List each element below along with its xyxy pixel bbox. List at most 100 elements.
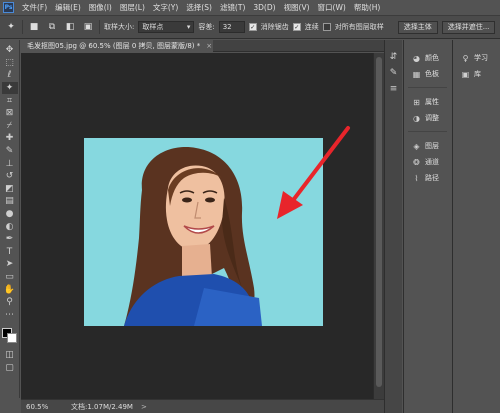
panel-learn[interactable]: ♀ 学习 [453, 50, 500, 66]
panel-channels-label: 通道 [425, 158, 439, 166]
menu-image[interactable]: 图像(I) [85, 2, 116, 13]
document-tab-title: 毛发抠图05.jpg @ 60.5% (图层 0 拷贝, 图层蒙版/8) * [27, 42, 201, 50]
eraser-tool-icon[interactable]: ◩ [2, 183, 18, 196]
scrollbar-thumb[interactable] [376, 57, 382, 387]
menu-select[interactable]: 选择(S) [182, 2, 216, 13]
healing-brush-tool-icon[interactable]: ✚ [2, 132, 18, 145]
zoom-tool-icon[interactable]: ⚲ [2, 296, 18, 309]
panel-learn-label: 学习 [474, 54, 488, 62]
learn-icon: ♀ [462, 53, 469, 63]
marquee-tool-icon[interactable]: ⬚ [2, 57, 18, 70]
menu-edit[interactable]: 编辑(E) [51, 2, 85, 13]
antialias-checkbox[interactable]: ✓ [248, 23, 257, 31]
panel-color-label: 颜色 [425, 54, 439, 62]
chevron-down-icon: ▾ [186, 23, 191, 31]
add-to-selection-icon[interactable]: ⧉ [45, 20, 59, 34]
layers-icon: ◈ [413, 141, 420, 151]
menu-filter[interactable]: 滤镜(T) [216, 2, 249, 13]
type-tool-icon[interactable]: T [2, 246, 18, 259]
antialias-label: 消除锯齿 [260, 23, 289, 31]
menu-layer[interactable]: 图层(L) [116, 2, 149, 13]
more-tools-icon[interactable]: ⋯ [2, 308, 18, 321]
pen-tool-icon[interactable]: ✒ [2, 233, 18, 246]
crop-tool-icon[interactable]: ⌗ [2, 94, 18, 107]
tolerance-input[interactable]: 32 [218, 21, 245, 33]
document-info: 文档:1.07M/2.49M [71, 402, 133, 411]
menu-type[interactable]: 文字(Y) [149, 2, 182, 13]
tools-panel: ✥ ⬚ ℓ ✦ ⌗ ⊠ ⌿ ✚ ✎ ⊥ ↺ ◩ ▤ ● ◐ ✒ T ➤ ▭ ✋ … [0, 40, 20, 398]
close-icon[interactable]: × [206, 42, 212, 50]
blur-tool-icon[interactable]: ● [2, 208, 18, 221]
menu-view[interactable]: 视图(V) [280, 2, 314, 13]
swatches-icon: ▦ [412, 69, 421, 79]
sample-all-layers-checkbox[interactable] [322, 23, 331, 31]
annotation-arrow [277, 126, 350, 219]
status-bar: 60.5% 文档:1.07M/2.49M > [21, 399, 384, 413]
divider [99, 20, 100, 34]
rectangle-tool-icon[interactable]: ▭ [2, 271, 18, 284]
brush-settings-icon[interactable]: ✎ [390, 68, 398, 78]
subtract-from-selection-icon[interactable]: ◧ [63, 20, 77, 34]
divider [408, 82, 447, 88]
color-palette-icon: ◕ [413, 53, 420, 63]
eyedropper-tool-icon[interactable]: ⌿ [2, 120, 18, 133]
panel-adjustments-label: 调整 [425, 114, 439, 122]
panel-color[interactable]: ◕ 颜色 [404, 50, 451, 66]
path-selection-tool-icon[interactable]: ➤ [2, 258, 18, 271]
history-brush-tool-icon[interactable]: ↺ [2, 170, 18, 183]
sample-all-layers-label: 对所有图层取样 [334, 23, 384, 31]
background-color-swatch[interactable] [6, 333, 17, 344]
magic-wand-tool-icon[interactable]: ✦ [1, 81, 18, 95]
frame-tool-icon[interactable]: ⊠ [2, 107, 18, 120]
character-panel-icon[interactable]: ≡ [390, 84, 398, 94]
channels-icon: ❂ [413, 157, 420, 167]
panel-adjustments[interactable]: ◑ 调整 [404, 110, 451, 126]
menu-file[interactable]: 文件(F) [18, 2, 51, 13]
contiguous-checkbox[interactable]: ✓ [292, 23, 301, 31]
tolerance-label: 容差: [198, 23, 215, 31]
paths-icon: ⌇ [414, 173, 419, 183]
menu-3d[interactable]: 3D(D) [249, 3, 279, 12]
intersect-selection-icon[interactable]: ▣ [81, 20, 95, 34]
gradient-tool-icon[interactable]: ▤ [2, 195, 18, 208]
divider [408, 126, 447, 132]
photoshop-logo: Ps [3, 2, 14, 13]
zoom-level[interactable]: 60.5% [21, 403, 51, 411]
new-selection-icon[interactable]: ■ [27, 20, 41, 34]
lasso-tool-icon[interactable]: ℓ [2, 69, 18, 82]
select-and-mask-button[interactable]: 选择并遮住... [441, 20, 496, 34]
properties-icon: ⊞ [413, 97, 420, 107]
panel-libraries[interactable]: ▣ 库 [453, 66, 500, 82]
status-menu-arrow[interactable]: > [141, 403, 147, 411]
panel-dock-main: ◕ 颜色 ▦ 色板 ⊞ 属性 ◑ 调整 ◈ 图层 ❂ 通道 ⌇ 路径 [403, 40, 451, 413]
color-swatches[interactable] [1, 327, 19, 345]
panel-icon-strip: ⇵ ✎ ≡ [384, 40, 402, 413]
vertical-scrollbar[interactable] [373, 53, 384, 399]
menu-bar: Ps 文件(F) 编辑(E) 图像(I) 图层(L) 文字(Y) 选择(S) 滤… [0, 0, 500, 15]
clone-stamp-tool-icon[interactable]: ⊥ [2, 157, 18, 170]
panel-properties[interactable]: ⊞ 属性 [404, 94, 451, 110]
magic-wand-preset-icon[interactable]: ✦ [4, 20, 18, 34]
contiguous-label: 连续 [304, 23, 319, 31]
sample-size-select[interactable]: 取样点 ▾ [138, 21, 195, 33]
select-subject-button[interactable]: 选择主体 [397, 20, 438, 34]
panel-swatches-label: 色板 [425, 70, 439, 78]
document-tab[interactable]: 毛发抠图05.jpg @ 60.5% (图层 0 拷贝, 图层蒙版/8) * × [21, 40, 213, 52]
canvas-area[interactable] [21, 53, 373, 399]
panel-channels[interactable]: ❂ 通道 [404, 154, 451, 170]
options-bar: ✦ ■ ⧉ ◧ ▣ 取样大小: 取样点 ▾ 容差: 32 ✓ 消除锯齿 ✓ 连续… [0, 15, 500, 39]
dodge-tool-icon[interactable]: ◐ [2, 220, 18, 233]
menu-help[interactable]: 帮助(H) [350, 2, 385, 13]
panel-paths[interactable]: ⌇ 路径 [404, 170, 451, 186]
move-tool-icon[interactable]: ✥ [2, 44, 18, 57]
history-panel-icon[interactable]: ⇵ [390, 52, 398, 62]
adjustments-icon: ◑ [413, 113, 420, 123]
brush-tool-icon[interactable]: ✎ [2, 145, 18, 158]
panel-swatches[interactable]: ▦ 色板 [404, 66, 451, 82]
sample-size-label: 取样大小: [104, 23, 135, 31]
panel-layers[interactable]: ◈ 图层 [404, 138, 451, 154]
menu-window[interactable]: 窗口(W) [314, 2, 350, 13]
hand-tool-icon[interactable]: ✋ [2, 283, 18, 296]
quick-mask-icon[interactable]: ◫ [2, 349, 18, 362]
screen-mode-icon[interactable]: ▢ [2, 362, 18, 375]
